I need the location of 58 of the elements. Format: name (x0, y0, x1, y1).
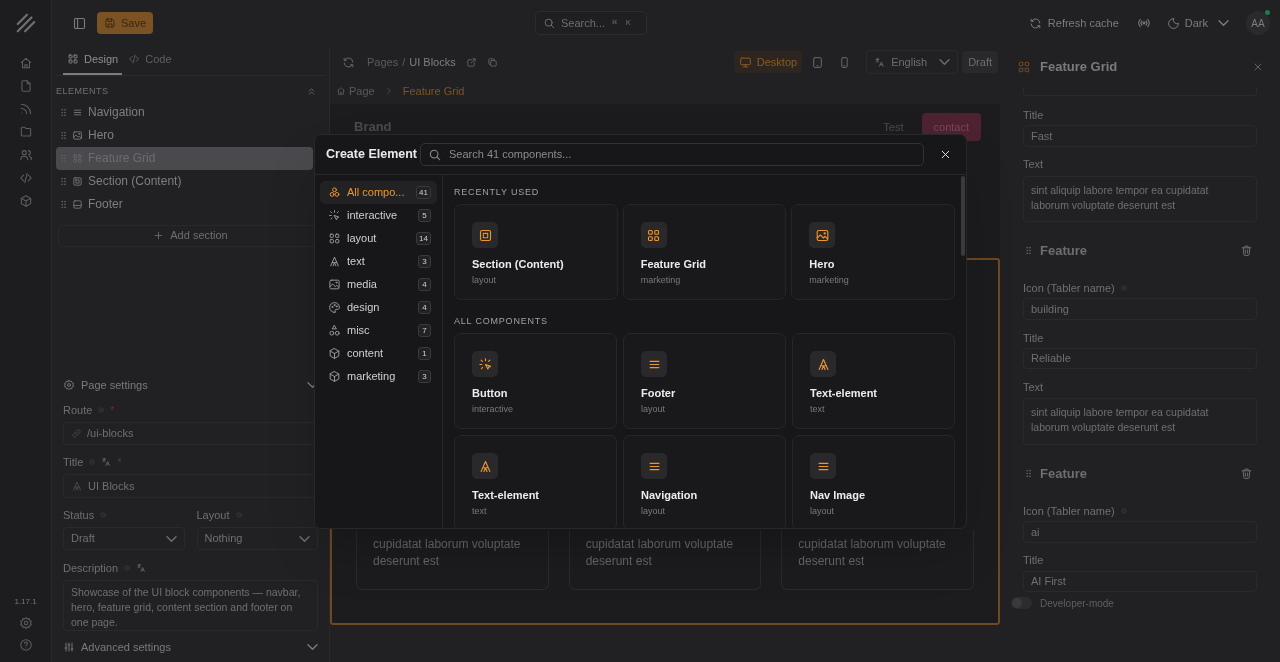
field-label: Title (63, 454, 84, 470)
shortcut-key: K (623, 17, 633, 29)
field-label: Route (63, 402, 93, 418)
version-label: 1.17.1 (14, 596, 37, 608)
count-badge: 4 (418, 278, 431, 291)
required-mark: * (117, 455, 122, 470)
field-label: Icon (Tabler name) (1023, 281, 1115, 297)
component-name: Section (Content) (472, 257, 565, 272)
inspector-title: Feature Grid (1040, 58, 1118, 77)
component-name: Text-element (472, 488, 541, 503)
component-category: interactive (472, 402, 515, 416)
component-name: Text-element (810, 386, 879, 401)
count-badge: 5 (418, 209, 431, 222)
feature-text: cupidatat laborum voluptate deserunt est (798, 536, 947, 570)
section-heading: ELEMENTS (56, 85, 109, 98)
count-badge: 14 (416, 232, 431, 245)
field-label: Icon (Tabler name) (1023, 503, 1115, 519)
field-label: Title (1023, 330, 1044, 346)
page-path-current: UI Blocks (409, 54, 456, 70)
toggle-label: Developer-mode (1040, 596, 1114, 611)
component-name: Nav Image (810, 488, 867, 503)
required-mark: * (110, 403, 115, 418)
component-category: text (472, 504, 488, 518)
field-label: Status (63, 507, 95, 523)
count-badge: 4 (418, 301, 431, 314)
field-label: Description (63, 560, 119, 576)
feature-text: cupidatat laborum voluptate deserunt est (585, 536, 735, 570)
component-name: Feature Grid (640, 257, 708, 272)
component-category: layout (472, 273, 498, 287)
component-category: layout (641, 504, 667, 518)
path-separator: / (402, 54, 406, 70)
field-label: Title (1023, 553, 1044, 569)
field-label: Text (1023, 380, 1044, 395)
feature-text: cupidatat laborum voluptate deserunt est (373, 536, 522, 570)
component-name: Navigation (641, 488, 699, 503)
field-label: Title (1023, 107, 1044, 123)
field-label: Text (1023, 157, 1044, 173)
component-category: marketing (640, 273, 682, 287)
component-category: marketing (809, 273, 850, 287)
component-category: text (810, 402, 826, 416)
component-category: layout (810, 504, 836, 518)
count-badge: 3 (418, 370, 431, 383)
component-name: Footer (641, 386, 677, 401)
dialog-title: Create Element (326, 146, 418, 164)
breadcrumb-item: Feature Grid (402, 83, 465, 99)
group-heading: Feature (1040, 242, 1087, 261)
field-label: Layout (196, 507, 230, 523)
count-badge: 41 (416, 186, 431, 199)
shortcut-key: ⌘ (610, 17, 619, 29)
component-category: layout (641, 402, 667, 416)
component-name: Hero (809, 257, 836, 272)
component-name: Button (472, 386, 509, 401)
section-heading: ALL COMPONENTS (454, 315, 549, 327)
count-badge: 3 (418, 255, 431, 268)
section-heading: RECENTLY USED (454, 186, 541, 198)
group-heading: Feature (1040, 464, 1087, 483)
count-badge: 1 (418, 347, 431, 360)
count-badge: 7 (418, 324, 431, 337)
